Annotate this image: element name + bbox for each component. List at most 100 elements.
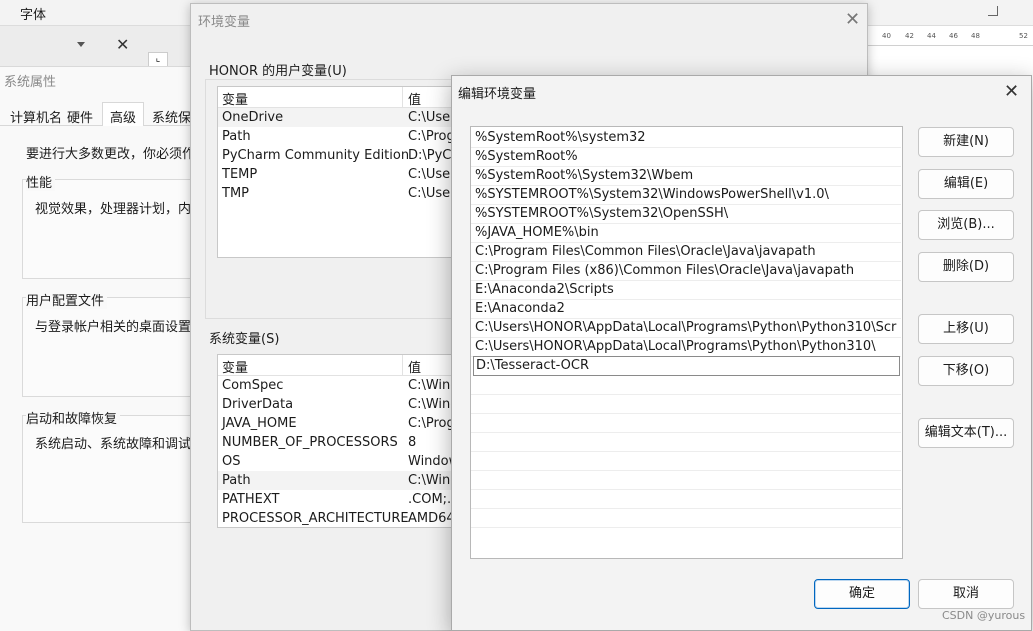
table-row[interactable]: TMP C:\User xyxy=(218,184,456,203)
move-up-button[interactable]: 上移(U) xyxy=(918,314,1014,344)
startup-recovery-group xyxy=(22,415,196,523)
var-name: OneDrive xyxy=(222,110,284,125)
system-vars-table[interactable]: 变量 值 ComSpec C:\Wind DriverData C:\Wind … xyxy=(217,354,457,528)
new-button[interactable]: 新建(N) xyxy=(918,127,1014,157)
performance-group xyxy=(22,179,196,279)
close-icon[interactable]: ✕ xyxy=(1004,83,1019,101)
list-item[interactable]: %SystemRoot%\System32\Wbem xyxy=(475,166,897,185)
dialog-title: 编辑环境变量 xyxy=(458,87,537,102)
column-divider[interactable] xyxy=(402,87,403,107)
column-header-variable[interactable]: 变量 xyxy=(222,357,248,376)
cancel-button[interactable]: 取消 xyxy=(918,579,1014,609)
list-item-edit-value: D:\Tesseract-OCR xyxy=(476,358,589,373)
performance-title: 性能 xyxy=(26,172,56,191)
column-header-value[interactable]: 值 xyxy=(408,357,421,376)
row-divider xyxy=(471,451,901,452)
row-divider xyxy=(471,489,901,490)
word-pane-header: ✕ ⌞ xyxy=(0,26,190,70)
user-profile-desc: 与登录帐户相关的桌面设置 xyxy=(35,320,192,335)
var-value: C:\Prog xyxy=(408,416,455,431)
word-ruler: 40 42 44 46 48 52 xyxy=(868,26,1033,46)
ruler-tick: 42 xyxy=(905,32,914,40)
list-item-edit-box[interactable]: D:\Tesseract-OCR xyxy=(473,356,900,376)
list-item[interactable]: %SYSTEMROOT%\System32\OpenSSH\ xyxy=(475,204,897,223)
list-item[interactable]: %SystemRoot% xyxy=(475,147,897,166)
path-list[interactable]: %SystemRoot%\system32 %SystemRoot% %Syst… xyxy=(470,126,903,559)
font-group-label: 字体 xyxy=(20,8,47,23)
var-name: DriverData xyxy=(222,397,294,412)
list-item[interactable]: C:\Program Files\Common Files\Oracle\Jav… xyxy=(475,242,897,261)
var-value: C:\Prog xyxy=(408,129,455,144)
edit-environment-variable-dialog: 编辑环境变量 ✕ %SystemRoot%\system32 %SystemRo… xyxy=(451,75,1032,631)
var-name: OS xyxy=(222,454,241,469)
table-row[interactable]: DriverData C:\Wind xyxy=(218,395,456,414)
var-name: TEMP xyxy=(222,167,258,182)
table-row[interactable]: JAVA_HOME C:\Prog xyxy=(218,414,456,433)
list-item[interactable]: C:\Users\HONOR\AppData\Local\Programs\Py… xyxy=(475,337,897,356)
close-icon[interactable]: ✕ xyxy=(116,36,129,54)
list-item[interactable]: C:\Users\HONOR\AppData\Local\Programs\Py… xyxy=(475,318,897,337)
list-item[interactable]: %SystemRoot%\system32 xyxy=(475,128,897,147)
var-value: C:\User xyxy=(408,110,456,125)
chevron-down-icon[interactable] xyxy=(77,42,85,47)
column-header-value[interactable]: 值 xyxy=(408,89,421,108)
move-down-button[interactable]: 下移(O) xyxy=(918,356,1014,386)
startup-recovery-title: 启动和故障恢复 xyxy=(26,408,121,427)
tab-hardware[interactable]: 硬件 xyxy=(67,107,93,126)
var-value: .COM;.E xyxy=(408,492,457,507)
var-name: PATHEXT xyxy=(222,492,280,507)
ruler-tick: 48 xyxy=(971,32,980,40)
tab-advanced[interactable]: 高级 xyxy=(102,102,145,126)
column-divider[interactable] xyxy=(402,355,403,375)
close-icon[interactable]: ✕ xyxy=(845,11,860,29)
system-properties-window: 系统属性 计算机名 硬件 高级 系统保 要进行大多数更改，你必须作 性能 视觉效… xyxy=(0,66,204,631)
row-divider xyxy=(471,508,901,509)
system-vars-label: 系统变量(S) xyxy=(209,332,280,347)
table-row[interactable]: PyCharm Community Edition D:\PyCh xyxy=(218,146,456,165)
window-title: 系统属性 xyxy=(4,75,57,90)
ruler-tick: 46 xyxy=(949,32,958,40)
tab-system-protection[interactable]: 系统保 xyxy=(152,107,191,126)
var-value: C:\Wind xyxy=(408,378,457,393)
performance-desc: 视觉效果，处理器计划，内存 xyxy=(35,202,205,217)
list-item[interactable]: C:\Program Files (x86)\Common Files\Orac… xyxy=(475,261,897,280)
table-header: 变量 值 xyxy=(218,87,456,108)
delete-button[interactable]: 删除(D) xyxy=(918,252,1014,282)
table-row[interactable]: PROCESSOR_ARCHITECTURE AMD64 xyxy=(218,509,456,527)
list-item[interactable]: %SYSTEMROOT%\System32\WindowsPowerShell\… xyxy=(475,185,897,204)
list-item[interactable]: E:\Anaconda2\Scripts xyxy=(475,280,897,299)
user-profile-title: 用户配置文件 xyxy=(26,290,108,309)
row-divider xyxy=(471,470,901,471)
ruler-tick: 40 xyxy=(882,32,891,40)
row-divider xyxy=(471,432,901,433)
var-value: C:\User xyxy=(408,167,456,182)
list-item[interactable]: E:\Anaconda2 xyxy=(475,299,897,318)
var-name: NUMBER_OF_PROCESSORS xyxy=(222,435,398,450)
var-value: C:\User xyxy=(408,186,456,201)
user-vars-label: HONOR 的用户变量(U) xyxy=(209,64,347,79)
table-row[interactable]: NUMBER_OF_PROCESSORS 8 xyxy=(218,433,456,452)
var-name: Path xyxy=(222,473,251,488)
tab-computer-name[interactable]: 计算机名 xyxy=(10,107,62,126)
dialog-launcher-icon[interactable] xyxy=(988,6,998,16)
list-item[interactable]: %JAVA_HOME%\bin xyxy=(475,223,897,242)
var-value: AMD64 xyxy=(408,511,455,526)
table-row[interactable]: OS Window xyxy=(218,452,456,471)
table-row[interactable]: TEMP C:\User xyxy=(218,165,456,184)
row-divider xyxy=(471,413,901,414)
table-row[interactable]: PATHEXT .COM;.E xyxy=(218,490,456,509)
user-vars-table[interactable]: 变量 值 OneDrive C:\User Path C:\Prog PyCha… xyxy=(217,86,457,258)
column-header-variable[interactable]: 变量 xyxy=(222,89,248,108)
ok-button[interactable]: 确定 xyxy=(814,579,910,609)
edit-text-button[interactable]: 编辑文本(T)... xyxy=(918,418,1014,448)
startup-recovery-desc: 系统启动、系统故障和调试信 xyxy=(35,437,205,452)
edit-button[interactable]: 编辑(E) xyxy=(918,169,1014,199)
table-row[interactable]: Path C:\Prog xyxy=(218,127,456,146)
table-row[interactable]: OneDrive C:\User xyxy=(218,108,456,127)
var-value: D:\PyCh xyxy=(408,148,457,163)
table-row[interactable]: Path C:\Wind xyxy=(218,471,456,490)
admin-note: 要进行大多数更改，你必须作 xyxy=(26,147,196,162)
table-row[interactable]: ComSpec C:\Wind xyxy=(218,376,456,395)
browse-button[interactable]: 浏览(B)... xyxy=(918,210,1014,240)
tab-strip: 计算机名 硬件 高级 系统保 xyxy=(0,102,196,126)
